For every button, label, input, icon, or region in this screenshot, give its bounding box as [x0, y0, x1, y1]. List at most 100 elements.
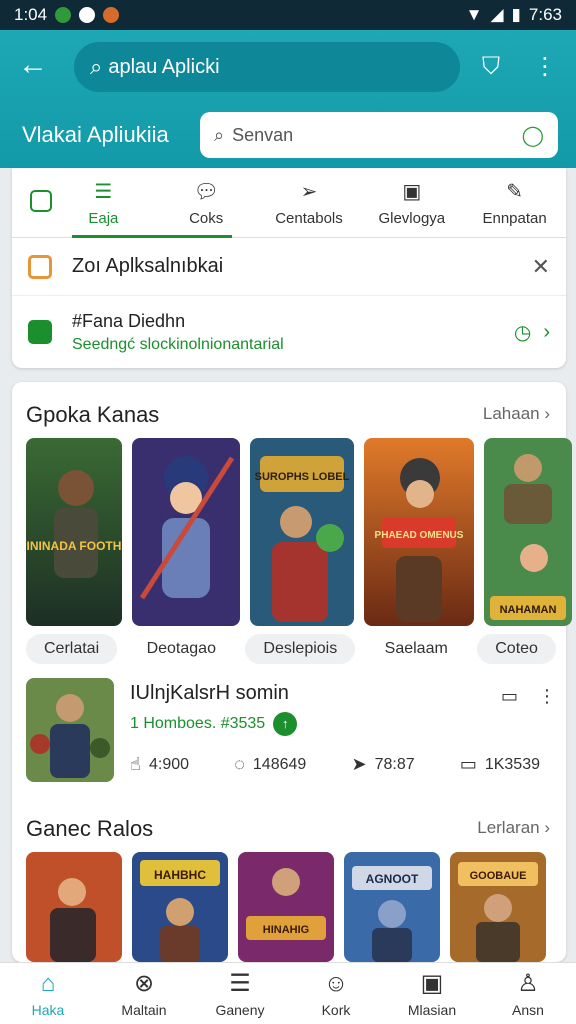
install-icon[interactable]: ↑ — [273, 712, 298, 736]
featured-app[interactable]: IUlnjKalsrH somin 1 Homboes. #3535 ↑ ▭ ⋮… — [26, 678, 556, 782]
folder-icon — [28, 254, 52, 279]
tab-label: Centabols — [275, 209, 343, 227]
genre-chips: Cerlatai Deotagao Deslepiois Saelaam Cot… — [26, 634, 556, 664]
see-more-link[interactable]: Lerlaran › — [477, 818, 550, 838]
back-arrow-icon[interactable]: ← — [18, 50, 52, 84]
home-icon: ⌂ — [40, 969, 56, 997]
nav-label: Mlasian — [407, 1002, 457, 1018]
game-thumbnail[interactable] — [26, 852, 122, 962]
tab-centabols[interactable]: ➢ Centabols — [258, 168, 361, 237]
thumb-caption: SUROPHS LOBEL — [255, 471, 350, 483]
bottom-nav: ⌂ Haka ⊗ Maltain ☰ Ganeny ☺ Kork ▣ Mlasian ♙ A… — [0, 962, 576, 1024]
chat-bubble-icon[interactable]: ◯ — [522, 123, 544, 148]
thumb-icon: ☝ — [130, 754, 141, 774]
thumb-caption: NAHAMAN — [500, 604, 557, 616]
category-tabs: ☰ Eaja 💬︎ Coks ➢ Centabols ▣ Glevlogya ✎… — [12, 168, 566, 238]
app-subtitle-text: 1 Homboes. #3535 — [130, 715, 266, 732]
nav-home[interactable]: ⌂ Haka — [0, 963, 96, 1024]
thumb-caption: PHAEAD OMENUS — [375, 530, 464, 541]
game-thumbnails-2: HAHBHC HINAHIG AGNOOT GOOBAUE — [26, 852, 546, 962]
edit-icon: ✎ — [506, 180, 523, 203]
nav-list[interactable]: ☰ Ganeny — [192, 963, 288, 1024]
calendar-icon: ▣ — [402, 180, 422, 203]
stat-value: 78:87 — [374, 755, 415, 773]
stat-views[interactable]: ▭ 1K3539 — [460, 754, 540, 775]
nav-tools[interactable]: ⊗ Maltain — [96, 963, 192, 1024]
promo-subtitle: Seedngć slockinolnionantarial — [72, 335, 284, 353]
nav-label: Ganeny — [215, 1002, 265, 1018]
category-card: ☰ Eaja 💬︎ Coks ➢ Centabols ▣ Glevlogya ✎… — [12, 168, 566, 368]
app-icon — [26, 678, 114, 782]
app-actions: ▭ ⋮ — [501, 686, 556, 707]
game-thumbnail[interactable]: GOOBAUE — [450, 852, 546, 962]
notice-text: Zoı Aplksalnıbkai — [72, 255, 224, 277]
search-text: aplau Aplicki — [108, 55, 220, 78]
page-title: Vlakai Apliukiia — [22, 122, 169, 147]
tools-icon: ⊗ — [133, 970, 155, 997]
stat-likes[interactable]: ☝ 4:900 — [130, 754, 189, 775]
promo-row[interactable]: #Fana Diedhn Seedngć slockinolnionantari… — [12, 296, 566, 368]
game-thumbnail[interactable] — [132, 438, 240, 626]
game-thumbnail[interactable]: SUROPHS LOBEL — [250, 438, 354, 626]
signal-icon: ◢ — [490, 5, 504, 24]
thumb-caption: HAHBHC — [154, 868, 206, 882]
game-notification-icon — [103, 7, 120, 23]
app-header: ← ⌕ aplau Aplicki ⛉ ⋮ Vlakai Apliukiia ⌕… — [0, 30, 576, 168]
chip[interactable]: Deotagao — [129, 634, 234, 664]
nav-kork[interactable]: ☺ Kork — [288, 963, 384, 1024]
app-subtitle: 1 Homboes. #3535 ↑ — [130, 712, 298, 736]
list-icon: ☰ — [229, 970, 251, 997]
search-icon: ⌕ — [214, 124, 225, 145]
tab-ennpatan[interactable]: ✎ Ennpatan — [463, 168, 566, 237]
status-bar: 1:04 ▼ ◢ ▮ 7:63 — [0, 0, 576, 30]
chip[interactable]: Coteo — [477, 634, 556, 664]
nav-box[interactable]: ▣ Mlasian — [384, 963, 480, 1024]
screen-icon[interactable]: ▭ — [501, 686, 518, 707]
game-thumbnail[interactable]: NAHAMAN — [484, 438, 572, 626]
notice-row[interactable]: Zoı Aplksalnıbkai ✕ — [12, 238, 566, 296]
chip[interactable]: Saelaam — [367, 634, 466, 664]
search-icon: ⌕ — [90, 54, 103, 79]
nav-profile[interactable]: ♙ Ansn — [480, 963, 576, 1024]
smile-icon: ☺ — [323, 969, 349, 997]
chip[interactable]: Deslepiois — [245, 634, 356, 664]
game-thumbnail[interactable]: HAHBHC — [132, 852, 228, 962]
thumb-caption: HINAHIG — [263, 924, 309, 936]
tab-coks[interactable]: 💬︎ Coks — [155, 168, 258, 237]
search-bar[interactable]: ⌕ aplau Aplicki — [74, 42, 460, 92]
stat-comments[interactable]: ◌ 148649 — [234, 754, 306, 775]
chip[interactable]: Cerlatai — [26, 634, 118, 664]
tab-eaja[interactable]: ☰ Eaja — [52, 168, 155, 237]
see-more-link[interactable]: Lahaan › — [483, 404, 550, 424]
send-icon: ➢ — [300, 180, 318, 203]
app-name: IUlnjKalsrH somin — [130, 682, 289, 704]
stat-value: 4:900 — [148, 755, 190, 773]
promo-title: #Fana Diedhn — [72, 310, 186, 331]
app-notification-icon — [55, 7, 72, 23]
person-icon: ♙ — [517, 970, 539, 997]
game-thumbnail[interactable]: HINAHIG — [238, 852, 334, 962]
more-vert-icon[interactable]: ⋮ — [538, 686, 556, 707]
stat-shares[interactable]: ➤ 78:87 — [351, 754, 414, 775]
game-thumbnail[interactable]: PHAEAD OMENUS — [364, 438, 474, 626]
app-stats: ☝ 4:900 ◌ 148649 ➤ 78:87 ▭ 1K3539 — [130, 754, 540, 775]
tab-glevlogya[interactable]: ▣ Glevlogya — [360, 168, 463, 237]
tab-label: Glevlogya — [378, 209, 446, 227]
thumb-caption: AGNOOT — [366, 872, 419, 886]
game-thumbnail[interactable]: ININADA FOOTH — [26, 438, 122, 626]
game-thumbnail[interactable]: AGNOOT — [344, 852, 440, 962]
search-input[interactable]: ⌕ Senvan ◯ — [200, 112, 558, 158]
shield-icon[interactable]: ⛉ — [474, 50, 508, 84]
stat-value: 148649 — [252, 755, 307, 773]
nav-label: Maltain — [121, 1002, 167, 1018]
timer-icon: ◷ — [513, 321, 532, 344]
tv-icon: ▭ — [459, 754, 477, 774]
nav-label: Ansn — [512, 1002, 544, 1018]
box-icon: ▣ — [420, 970, 444, 997]
section-title: Ganec Ralos — [26, 816, 154, 841]
status-clock: 7:63 — [528, 5, 562, 24]
more-vert-icon[interactable]: ⋮ — [528, 50, 562, 84]
see-more-label: Lahaan — [482, 404, 540, 423]
close-icon[interactable]: ✕ — [532, 254, 550, 280]
list-icon: ☰ — [94, 180, 113, 203]
